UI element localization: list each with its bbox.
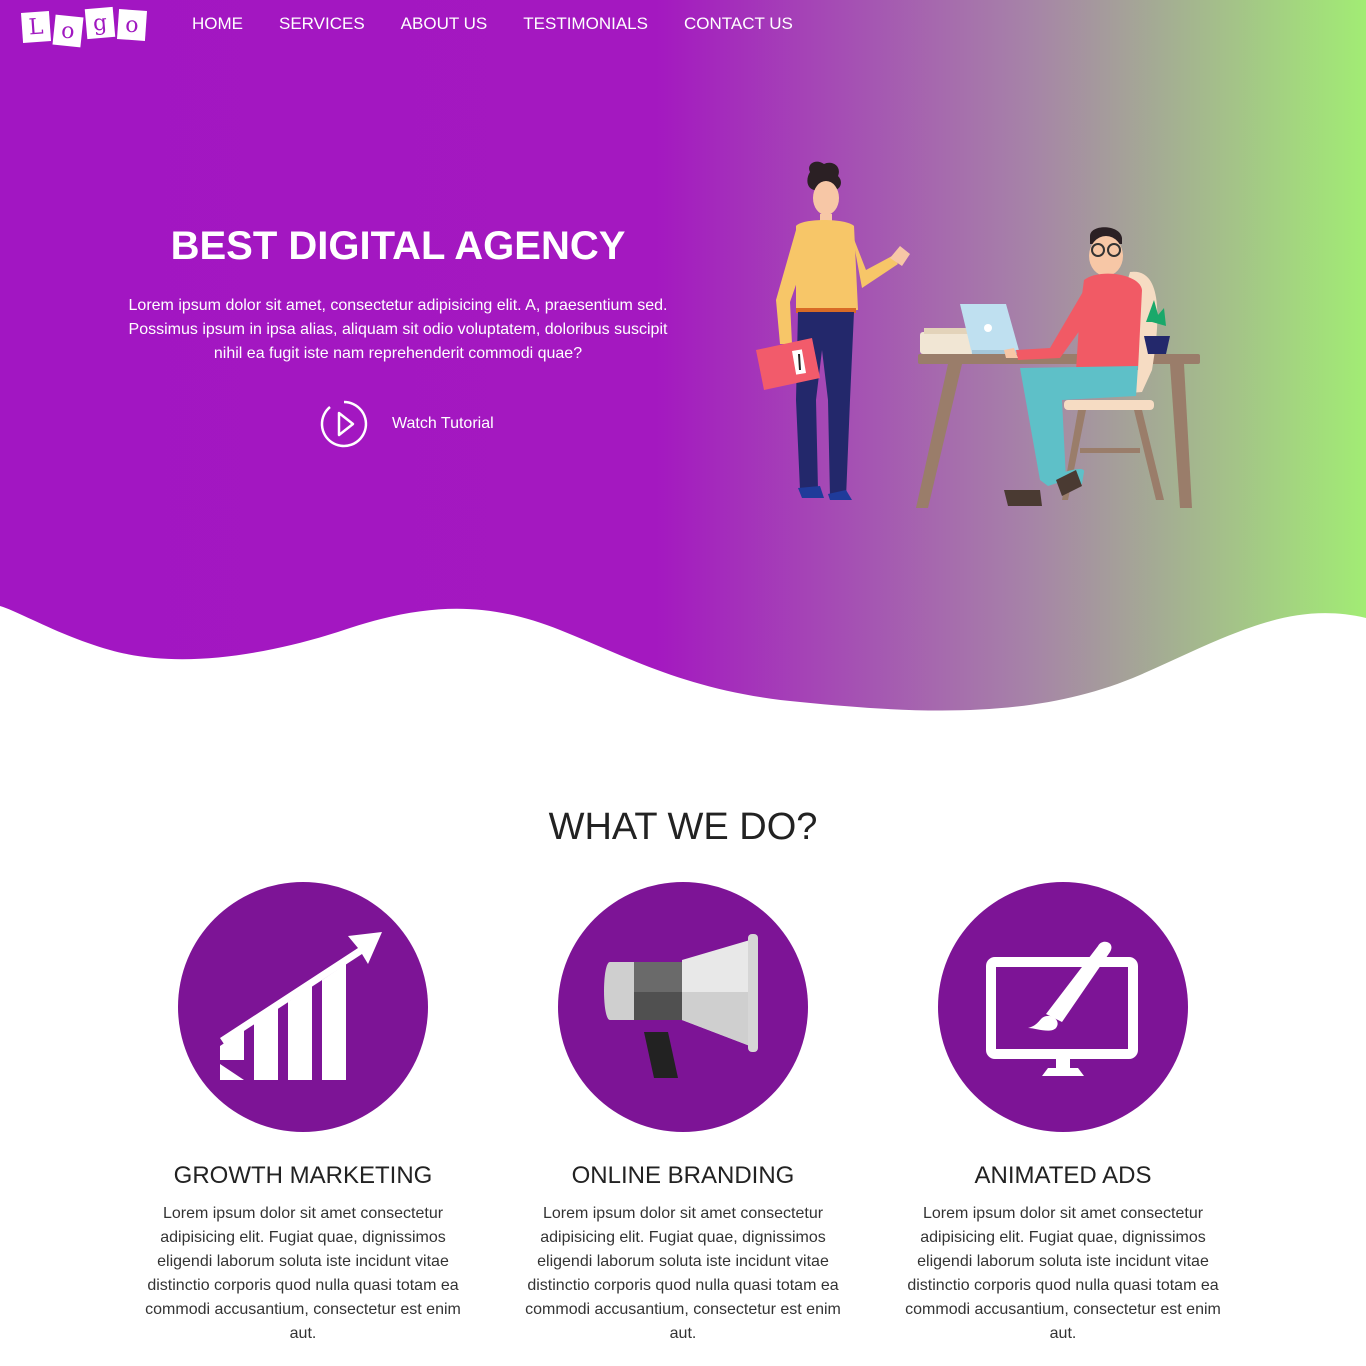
megaphone-icon [604, 934, 758, 1078]
service-description: Lorem ipsum dolor sit amet consectetur a… [525, 1205, 841, 1342]
nav-testimonials[interactable]: TESTIMONIALS [505, 14, 666, 34]
service-icon-circle [938, 882, 1188, 1132]
section-title: WHAT WE DO? [548, 806, 818, 848]
watch-tutorial-button[interactable]: Watch Tutorial [320, 400, 494, 448]
nav-services[interactable]: SERVICES [261, 14, 383, 34]
growth-chart-icon [220, 932, 382, 1080]
service-title: ANIMATED ADS [974, 1162, 1152, 1189]
service-title: GROWTH MARKETING [173, 1162, 433, 1189]
service-card-growth-marketing: GROWTH MARKETING Lorem ipsum dolor sit a… [138, 882, 468, 1346]
nav-about-us[interactable]: ABOUT US [383, 14, 506, 34]
logo-letter: o [52, 14, 84, 48]
service-icon-circle [178, 882, 428, 1132]
logo-letter: o [116, 9, 148, 41]
play-icon [320, 400, 368, 448]
logo-letter: L [20, 11, 52, 43]
service-card-online-branding: ONLINE BRANDING Lorem ipsum dolor sit am… [518, 882, 848, 1346]
hero-description: Lorem ipsum dolor sit amet, consectetur … [128, 297, 668, 362]
service-card-animated-ads: ANIMATED ADS Lorem ipsum dolor sit amet … [898, 882, 1228, 1346]
service-description: Lorem ipsum dolor sit amet consectetur a… [145, 1205, 461, 1342]
main-nav: HOME SERVICES ABOUT US TESTIMONIALS CONT… [174, 14, 811, 34]
desk-scene-illustration [916, 227, 1200, 508]
nav-contact-us[interactable]: CONTACT US [666, 14, 811, 34]
hero-title: BEST DIGITAL AGENCY [170, 224, 626, 268]
hero-section: L o g o HOME SERVICES ABOUT US TESTIMONI… [0, 0, 1366, 720]
service-description: Lorem ipsum dolor sit amet consectetur a… [905, 1205, 1221, 1342]
monitor-brush-icon [986, 941, 1138, 1076]
logo-letter: g [84, 6, 116, 40]
service-icon-circle [558, 882, 808, 1132]
watch-tutorial-label: Watch Tutorial [392, 415, 494, 432]
nav-home[interactable]: HOME [174, 14, 261, 34]
service-title: ONLINE BRANDING [571, 1162, 795, 1189]
logo[interactable]: L o g o [20, 6, 148, 48]
office-illustration [756, 161, 1200, 508]
standing-person-illustration [756, 161, 910, 500]
